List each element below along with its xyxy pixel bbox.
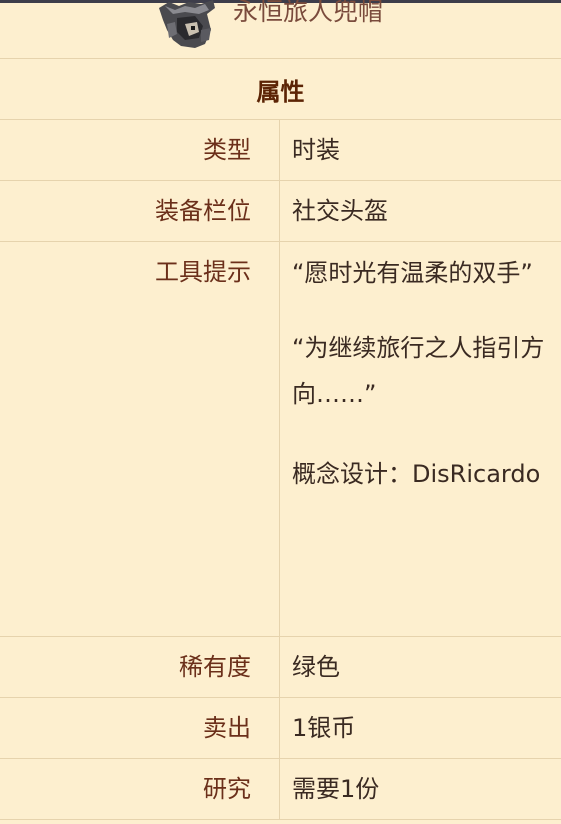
item-infobox: 永恒旅人兜帽 属性 类型 时装 装备栏位 社交头盔 工具提示 “愿时光有温柔的双… bbox=[0, 0, 561, 820]
section-title-attributes: 属性 bbox=[0, 59, 561, 120]
section-title: 属性 bbox=[256, 77, 305, 106]
table-row-type: 类型 时装 bbox=[0, 120, 561, 181]
row-key: 装备栏位 bbox=[0, 181, 280, 241]
row-key: 稀有度 bbox=[0, 637, 280, 697]
table-row-sell: 卖出 1银币 bbox=[0, 698, 561, 759]
row-value: 时装 bbox=[292, 136, 340, 164]
row-value: 1银币 bbox=[292, 714, 356, 742]
tooltip-line-2: “为继续旅行之人指引方向……” bbox=[292, 334, 545, 408]
row-value: 需要1份 bbox=[292, 775, 380, 803]
row-key: 工具提示 bbox=[0, 242, 280, 636]
table-row-research: 研究 需要1份 bbox=[0, 759, 561, 820]
row-key: 研究 bbox=[0, 759, 280, 819]
table-row-rarity: 稀有度 绿色 bbox=[0, 637, 561, 698]
row-key: 类型 bbox=[0, 120, 280, 180]
infobox-header: 永恒旅人兜帽 bbox=[0, 0, 561, 59]
row-value[interactable]: 绿色 bbox=[280, 637, 561, 697]
hood-helmet-icon bbox=[159, 0, 215, 48]
table-row-tooltip: 工具提示 “愿时光有温柔的双手” “为继续旅行之人指引方向……” 概念设计：Di… bbox=[0, 242, 561, 637]
row-value: “愿时光有温柔的双手” “为继续旅行之人指引方向……” 概念设计：DisRica… bbox=[280, 242, 561, 636]
row-value: 社交头盔 bbox=[292, 197, 388, 225]
table-row-slot: 装备栏位 社交头盔 bbox=[0, 181, 561, 242]
row-key: 卖出 bbox=[0, 698, 280, 758]
tooltip-line-1: “愿时光有温柔的双手” bbox=[292, 259, 533, 287]
item-name[interactable]: 永恒旅人兜帽 bbox=[233, 0, 383, 29]
tooltip-line-3: 概念设计：DisRicardo bbox=[292, 460, 541, 488]
